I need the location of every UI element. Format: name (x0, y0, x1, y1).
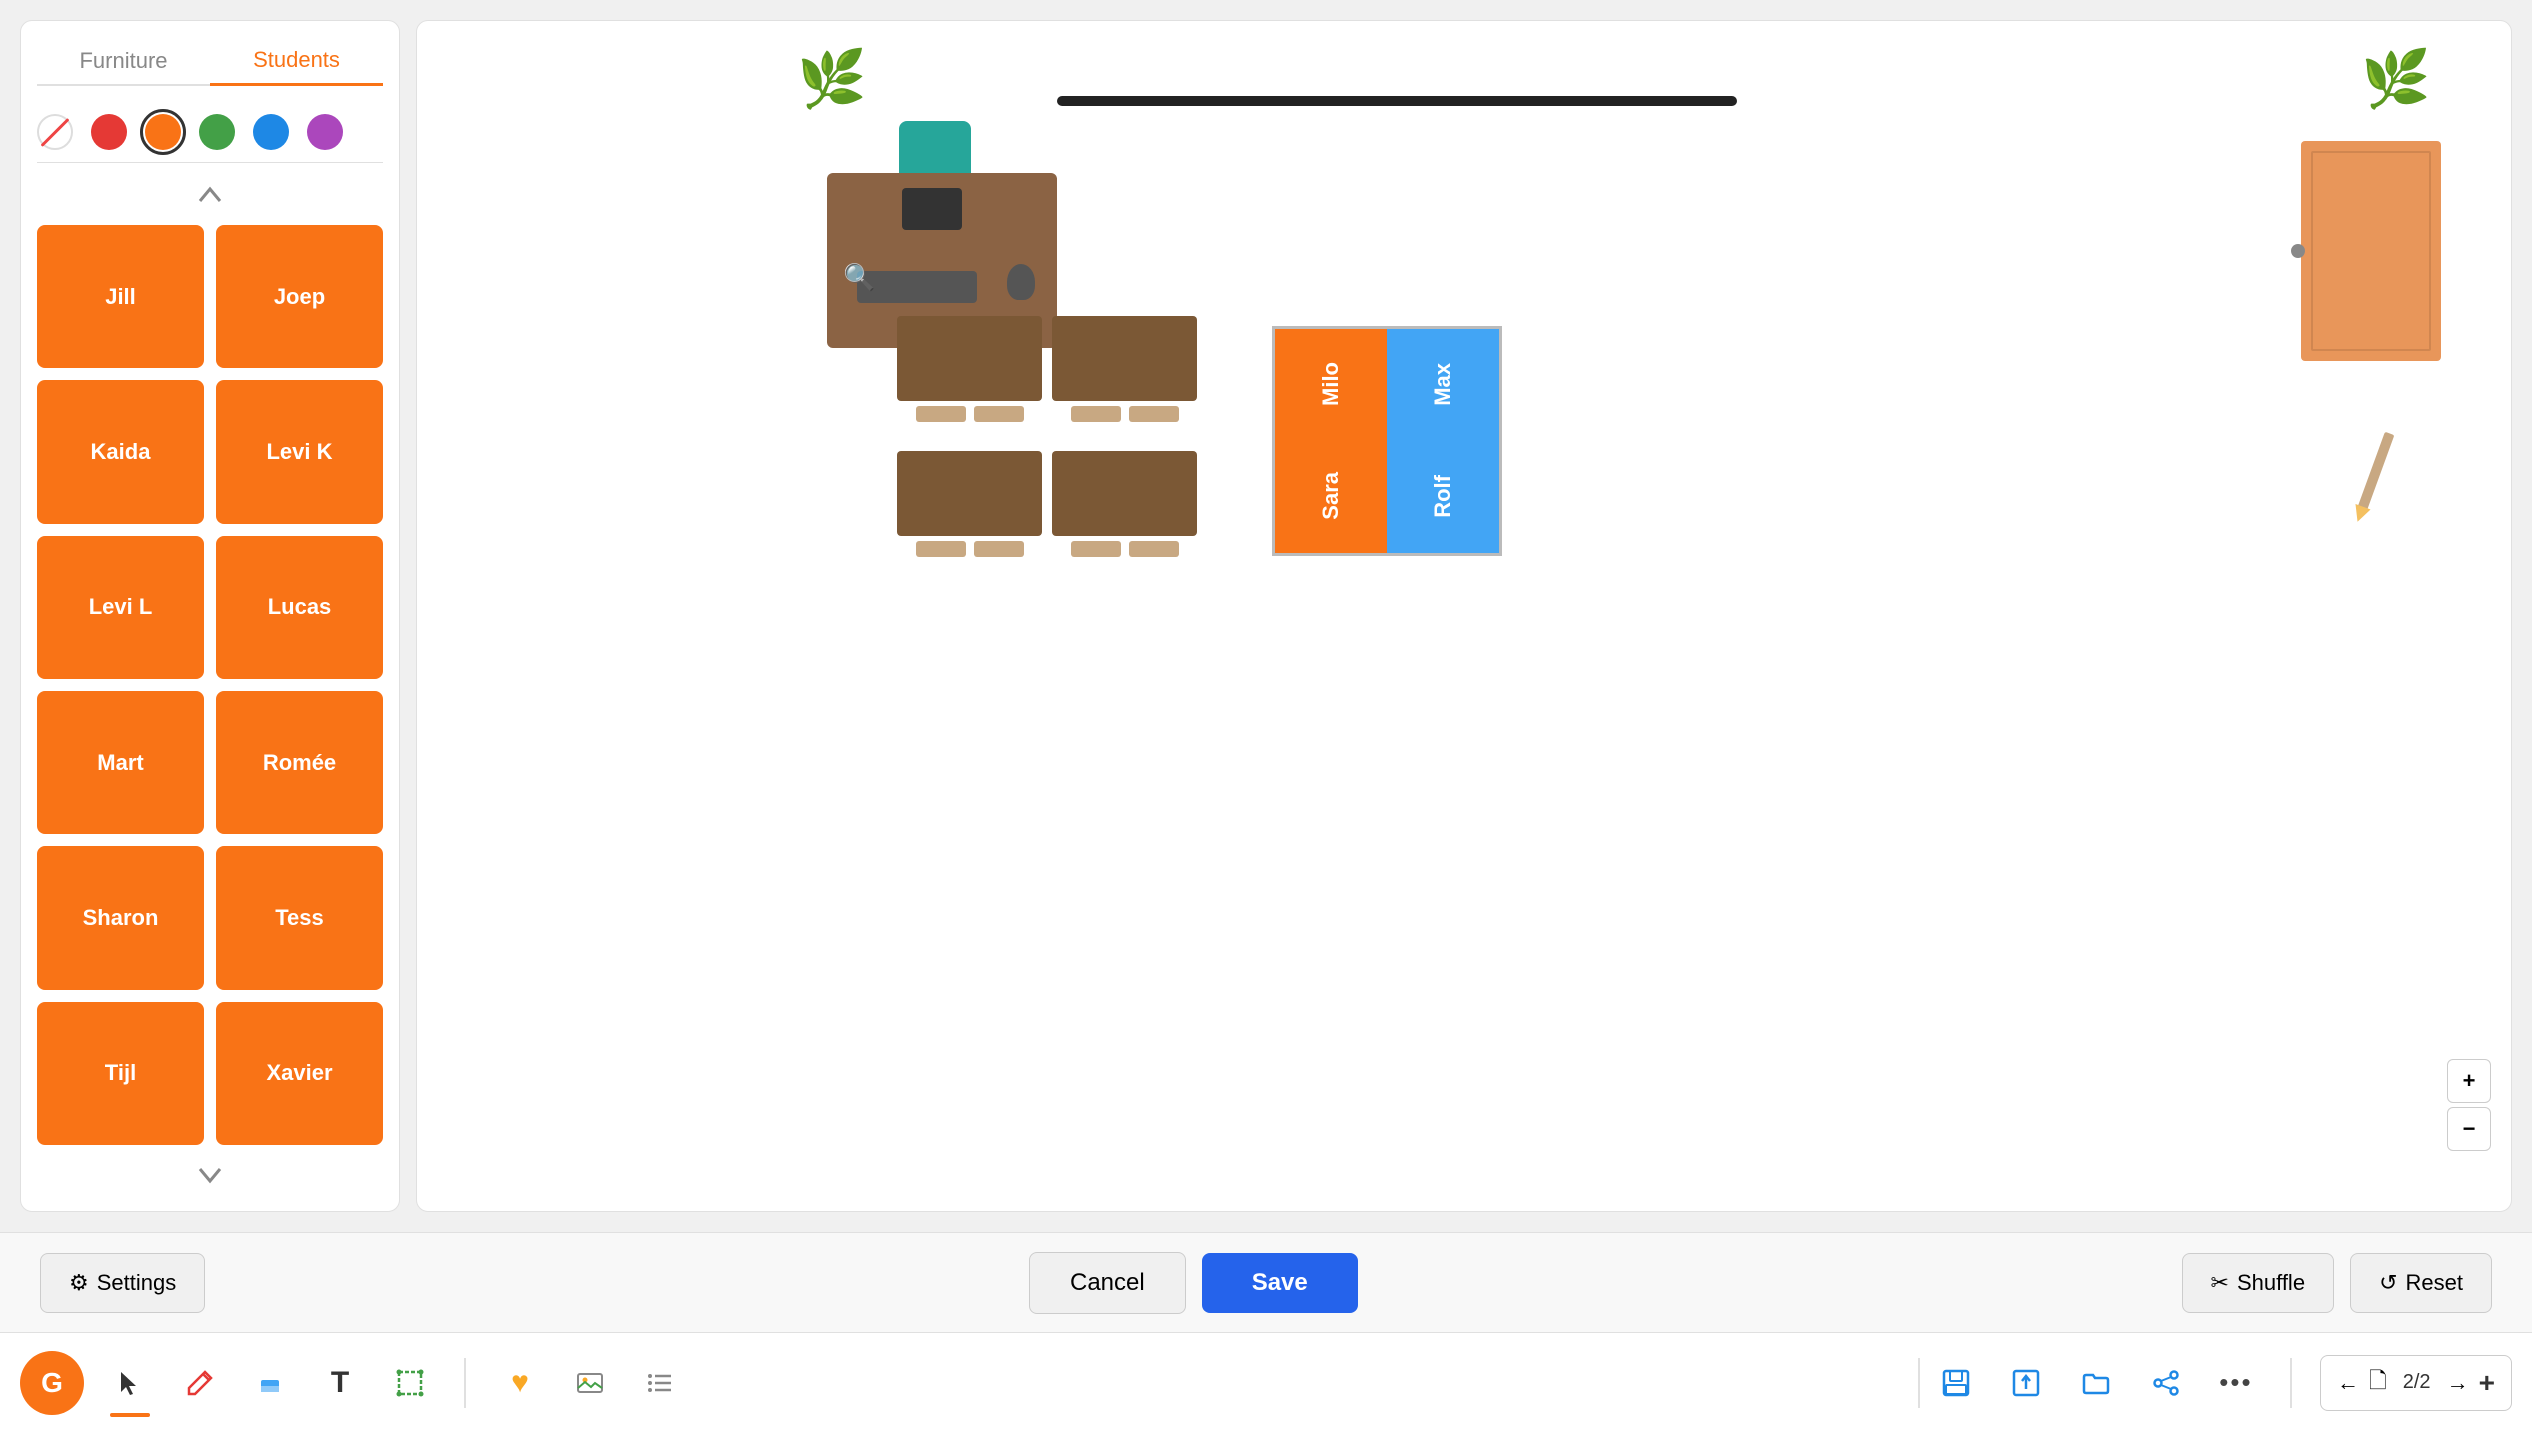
page-indicator: 2/2 (2397, 1371, 2437, 1394)
settings-icon: ⚙ (69, 1270, 89, 1296)
add-page-button[interactable]: + (2479, 1367, 2495, 1399)
color-picker-row (37, 102, 383, 163)
desk-group-top (897, 316, 1197, 422)
students-grid: Jill Joep Kaida Levi K Levi L Lucas Mart… (37, 225, 383, 1145)
settings-button[interactable]: ⚙ Settings (40, 1253, 205, 1313)
page-navigation: ← 🗋 2/2 → + (2320, 1355, 2512, 1411)
student-tijl[interactable]: Tijl (37, 1002, 204, 1145)
tab-row: Furniture Students (37, 37, 383, 86)
seat-group: Milo Max Sara Rolf (1272, 326, 1502, 556)
toolbar-separator-1 (464, 1358, 466, 1408)
door-panel (2311, 151, 2431, 351)
student-lucas[interactable]: Lucas (216, 536, 383, 679)
toolbar-separator-2 (1918, 1358, 1920, 1408)
student-xavier[interactable]: Xavier (216, 1002, 383, 1145)
student-mart[interactable]: Mart (37, 691, 204, 834)
tab-students[interactable]: Students (210, 37, 383, 86)
action-bar: ⚙ Settings Cancel Save ✂ Shuffle ↺ Reset (0, 1232, 2532, 1332)
plant-top-right: 🌿 (2361, 51, 2431, 107)
image-tool[interactable] (564, 1357, 616, 1409)
upload-icon-btn[interactable] (2000, 1357, 2052, 1409)
next-page-button[interactable]: → (2447, 1370, 2469, 1396)
seat-sara: Sara (1275, 439, 1387, 553)
pencil-tool[interactable] (174, 1357, 226, 1409)
student-joep[interactable]: Joep (216, 225, 383, 368)
save-button[interactable]: Save (1202, 1253, 1358, 1313)
left-panel: Furniture Students Jill Joep Kaida (20, 20, 400, 1212)
more-icon-btn[interactable]: ••• (2210, 1357, 2262, 1409)
student-tess[interactable]: Tess (216, 846, 383, 989)
text-tool[interactable]: T (314, 1357, 366, 1409)
color-red[interactable] (91, 114, 127, 150)
classroom-canvas[interactable]: 🌿 🌿 🔍 (416, 20, 2512, 1212)
student-sharon[interactable]: Sharon (37, 846, 204, 989)
cancel-button[interactable]: Cancel (1029, 1252, 1186, 1314)
reset-button[interactable]: ↺ Reset (2350, 1253, 2492, 1313)
teacher-desk-area: 🔍 (827, 121, 1057, 348)
student-levi-l[interactable]: Levi L (37, 536, 204, 679)
reset-icon: ↺ (2379, 1270, 2397, 1296)
student-kaida[interactable]: Kaida (37, 380, 204, 523)
blackboard (1057, 96, 1737, 106)
select-tool[interactable] (384, 1357, 436, 1409)
plant-top-left: 🌿 (797, 51, 867, 107)
app-logo[interactable]: G (20, 1351, 84, 1415)
toolbar-separator-3 (2290, 1358, 2292, 1408)
color-none[interactable] (37, 114, 73, 150)
tab-furniture[interactable]: Furniture (37, 37, 210, 84)
student-levi-k[interactable]: Levi K (216, 380, 383, 523)
list-tool[interactable] (634, 1357, 686, 1409)
desk-group-bottom (897, 451, 1197, 557)
page-icon: 🗋 (2369, 1364, 2387, 1402)
zoom-out-button[interactable]: − (2447, 1107, 2491, 1151)
door (2301, 141, 2441, 361)
eraser-tool[interactable] (244, 1357, 296, 1409)
student-jill[interactable]: Jill (37, 225, 204, 368)
zoom-controls: + − (2447, 1059, 2491, 1151)
seat-milo: Milo (1275, 329, 1387, 439)
student-romee[interactable]: Romée (216, 691, 383, 834)
color-orange[interactable] (145, 114, 181, 150)
save-icon-btn[interactable] (1930, 1357, 1982, 1409)
color-green[interactable] (199, 114, 235, 150)
seat-max: Max (1387, 329, 1499, 439)
color-purple[interactable] (307, 114, 343, 150)
pencil-decoration (2371, 431, 2381, 511)
scroll-up-button[interactable] (190, 175, 230, 215)
bottom-toolbar: G T ♥ (0, 1332, 2532, 1432)
cursor-tool[interactable] (104, 1357, 156, 1409)
door-handle (2291, 244, 2305, 258)
folder-icon-btn[interactable] (2070, 1357, 2122, 1409)
prev-page-button[interactable]: ← (2337, 1370, 2359, 1396)
search-icon: 🔍 (843, 262, 875, 293)
shuffle-icon: ✂ (2211, 1270, 2229, 1296)
zoom-in-button[interactable]: + (2447, 1059, 2491, 1103)
scroll-down-button[interactable] (190, 1155, 230, 1195)
seat-rolf: Rolf (1387, 439, 1499, 553)
share-icon-btn[interactable] (2140, 1357, 2192, 1409)
shuffle-button[interactable]: ✂ Shuffle (2182, 1253, 2335, 1313)
heart-tool[interactable]: ♥ (494, 1357, 546, 1409)
color-blue[interactable] (253, 114, 289, 150)
